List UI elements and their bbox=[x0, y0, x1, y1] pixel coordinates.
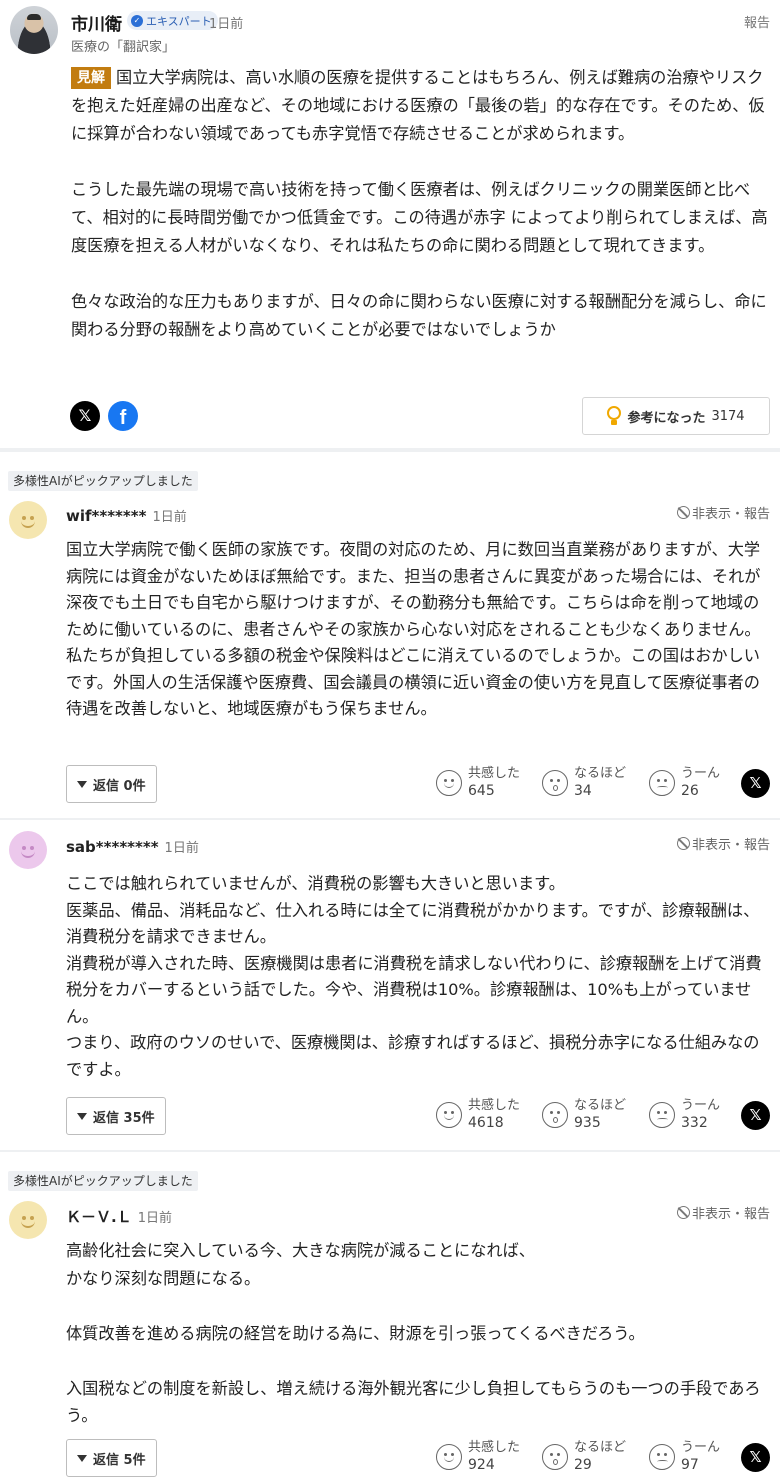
facebook-share-icon[interactable]: f bbox=[108, 401, 138, 431]
comment-time: 1日前 bbox=[152, 510, 187, 525]
empathy-count: 645 bbox=[468, 783, 495, 799]
x-share-icon[interactable]: 𝕏 bbox=[741, 769, 770, 798]
expert-paragraph-3: 色々な政治的な圧力もありますが、日々の命に関わらない医療に対する報酬配分を減らし… bbox=[71, 292, 767, 339]
comment-time: 1日前 bbox=[164, 841, 199, 856]
x-share-icon[interactable]: 𝕏 bbox=[741, 1101, 770, 1130]
expert-avatar[interactable] bbox=[10, 6, 58, 54]
opinion-label: 見解 bbox=[71, 67, 111, 89]
hmm-button[interactable]: うーん 26 bbox=[649, 765, 720, 801]
empathy-count: 924 bbox=[468, 1457, 495, 1473]
indeed-count: 34 bbox=[574, 783, 592, 799]
user-avatar bbox=[9, 501, 47, 539]
comment-user[interactable]: sab******** 1日前 bbox=[66, 837, 199, 856]
empathy-button[interactable]: 共感した 924 bbox=[436, 1439, 520, 1475]
lightbulb-icon bbox=[607, 406, 622, 426]
ai-pick-label: 多様性AIがピックアップしました bbox=[8, 1171, 198, 1191]
indeed-button[interactable]: なるほど 34 bbox=[542, 765, 626, 801]
ai-pick-label: 多様性AIがピックアップしました bbox=[8, 471, 198, 491]
expert-badge: ✓ エキスパート bbox=[127, 11, 218, 30]
block-icon bbox=[676, 1206, 690, 1219]
empathy-count: 4618 bbox=[468, 1115, 504, 1131]
smile-icon bbox=[436, 1102, 462, 1128]
comment-time: 1日前 bbox=[137, 1211, 172, 1226]
block-icon bbox=[676, 506, 690, 519]
hmm-count: 26 bbox=[681, 783, 699, 799]
confused-face-icon bbox=[649, 770, 675, 796]
x-share-icon[interactable]: 𝕏 bbox=[70, 401, 100, 431]
helpful-button[interactable]: 参考になった 3174 bbox=[582, 397, 770, 435]
expert-name[interactable]: 市川衛 bbox=[71, 10, 122, 35]
smile-icon bbox=[436, 1444, 462, 1470]
expert-body: 見解 国立大学病院は、高い水順の医療を提供することはもちろん、例えば難病の治療やリ… bbox=[71, 64, 771, 372]
hmm-count: 332 bbox=[681, 1115, 708, 1131]
hide-report-link[interactable]: 非表示・報告 bbox=[676, 503, 770, 522]
helpful-count: 3174 bbox=[711, 408, 745, 424]
comment-user[interactable]: wif******* 1日前 bbox=[66, 506, 187, 525]
hmm-count: 97 bbox=[681, 1457, 699, 1473]
divider bbox=[0, 818, 780, 820]
reply-button[interactable]: 返信 0件 bbox=[66, 765, 157, 803]
surprised-face-icon bbox=[542, 1444, 568, 1470]
surprised-face-icon bbox=[542, 770, 568, 796]
expert-time: 1日前 bbox=[209, 17, 244, 32]
report-link[interactable]: 報告 bbox=[744, 12, 770, 31]
divider bbox=[0, 1150, 780, 1152]
block-icon bbox=[676, 837, 690, 850]
comment-user[interactable]: Ｋ－Ｖ.Ｌ 1日前 bbox=[66, 1206, 172, 1227]
comment-body: 国立大学病院で働く医師の家族です。夜間の対応のため、月に数回当直業務がありますが… bbox=[66, 540, 761, 718]
confused-face-icon bbox=[649, 1444, 675, 1470]
reply-button[interactable]: 返信 35件 bbox=[66, 1097, 166, 1135]
confused-face-icon bbox=[649, 1102, 675, 1128]
empathy-button[interactable]: 共感した 645 bbox=[436, 765, 520, 801]
expert-paragraph-1: 見解 国立大学病院は、高い水順の医療を提供することはもちろん、例えば難病の治療やリ… bbox=[71, 67, 765, 143]
x-share-icon[interactable]: 𝕏 bbox=[741, 1443, 770, 1472]
verified-check-icon: ✓ bbox=[131, 14, 143, 27]
expert-badge-label: エキスパート bbox=[146, 14, 212, 28]
divider bbox=[0, 448, 780, 452]
hide-report-link[interactable]: 非表示・報告 bbox=[676, 834, 770, 853]
smile-icon bbox=[436, 770, 462, 796]
expert-subtitle: 医療の「翻訳家」 bbox=[71, 40, 176, 55]
expert-paragraph-2: こうした最先端の現場で高い技術を持って働く医療者は、例えばクリニックの開業医師と… bbox=[71, 180, 768, 255]
indeed-count: 29 bbox=[574, 1457, 592, 1473]
hmm-button[interactable]: うーん 332 bbox=[649, 1097, 720, 1133]
helpful-label: 参考になった bbox=[627, 410, 706, 426]
indeed-button[interactable]: なるほど 935 bbox=[542, 1097, 626, 1133]
hide-report-link[interactable]: 非表示・報告 bbox=[676, 1203, 770, 1222]
reply-button[interactable]: 返信 5件 bbox=[66, 1439, 157, 1477]
triangle-down-icon bbox=[77, 780, 87, 788]
triangle-down-icon bbox=[77, 1454, 87, 1462]
indeed-count: 935 bbox=[574, 1115, 601, 1131]
user-avatar bbox=[9, 1201, 47, 1239]
surprised-face-icon bbox=[542, 1102, 568, 1128]
triangle-down-icon bbox=[77, 1112, 87, 1120]
indeed-button[interactable]: なるほど 29 bbox=[542, 1439, 626, 1475]
empathy-button[interactable]: 共感した 4618 bbox=[436, 1097, 520, 1133]
comment-body: 高齢化社会に突入している今、大きな病院が減ることになれば、 かなり深刻な問題にな… bbox=[66, 1241, 761, 1425]
hmm-button[interactable]: うーん 97 bbox=[649, 1439, 720, 1475]
user-avatar bbox=[9, 831, 47, 869]
expert-comment: 市川衛 ✓ エキスパート 1日前 報告 医療の「翻訳家」 見解 国立大学病院は、高… bbox=[0, 0, 780, 448]
comment-body: ここでは触れられていませんが、消費税の影響も大きいと思います。 医薬品、備品、消… bbox=[66, 874, 762, 1079]
